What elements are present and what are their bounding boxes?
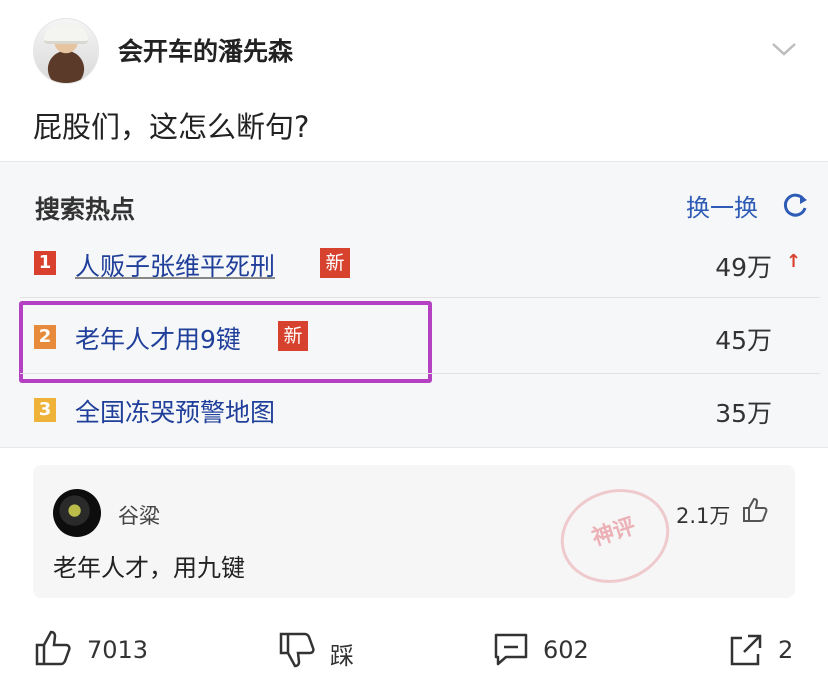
hot-count: 35万	[715, 399, 772, 428]
hot-count: 49万	[715, 253, 772, 282]
like-count[interactable]: 7013	[87, 636, 148, 664]
comment-text: 老年人才，用九键	[53, 554, 245, 582]
trend-up-icon: ↑	[786, 251, 802, 272]
hot-topic-link: 全国冻哭预警地图	[75, 398, 276, 427]
like-icon[interactable]	[33, 628, 73, 668]
commenter-avatar[interactable]	[53, 489, 101, 537]
share-icon[interactable]	[726, 630, 766, 670]
post-text: 屁股们，这怎么断句?	[33, 110, 310, 144]
comment-like-count: 2.1万	[676, 504, 731, 528]
row-divider	[20, 297, 820, 298]
share-count[interactable]: 2	[778, 636, 793, 664]
new-tag: 新	[320, 248, 350, 278]
author-name[interactable]: 会开车的潘先森	[118, 32, 293, 68]
refresh-icon	[783, 193, 807, 217]
thumbs-up-icon[interactable]	[741, 496, 769, 524]
author-avatar[interactable]	[33, 18, 99, 84]
refresh-button: 换一换	[686, 194, 758, 222]
rank-badge: 3	[34, 398, 56, 422]
highlight-box	[19, 301, 432, 383]
chevron-down-icon[interactable]	[770, 40, 798, 58]
hot-topic-link: 人贩子张维平死刑	[75, 252, 276, 281]
commenter-name[interactable]: 谷粱	[118, 500, 160, 530]
dislike-icon[interactable]	[277, 630, 317, 670]
comment-count[interactable]: 602	[543, 636, 589, 664]
hot-search-title: 搜索热点	[35, 195, 136, 224]
row-divider	[20, 373, 820, 374]
dislike-label[interactable]: 踩	[330, 636, 354, 671]
comment-icon[interactable]	[491, 630, 531, 670]
rank-badge: 1	[34, 251, 56, 275]
hot-count: 45万	[715, 326, 772, 355]
